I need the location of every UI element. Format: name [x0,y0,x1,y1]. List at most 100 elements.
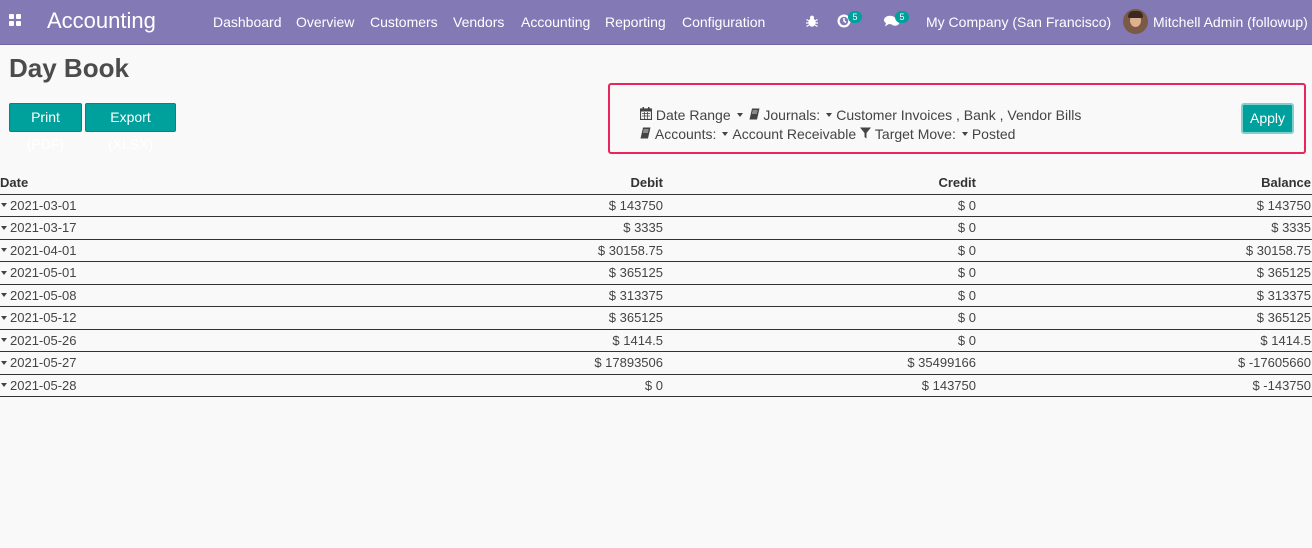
day-book-table: Date Debit Credit Balance 2021-03-01 $ 1… [0,172,1312,397]
filter-row-2: Accounts: Account Receivable Target Move:… [640,124,1015,142]
chevron-down-icon [826,112,833,117]
row-balance: $ 1414.5 [977,329,1312,352]
table-row[interactable]: 2021-05-26 $ 1414.5 $ 0 $ 1414.5 [0,329,1312,352]
caret-down-icon[interactable] [1,338,7,343]
menu-accounting[interactable]: Accounting [521,14,590,30]
journals-filter[interactable]: Journals: Customer Invoices , Bank , Vend… [749,106,1082,123]
caret-down-icon[interactable] [1,315,7,320]
menu-overview[interactable]: Overview [296,14,354,30]
row-balance: $ 3335 [977,216,1312,240]
table-row[interactable]: 2021-05-01 $ 365125 $ 0 $ 365125 [0,261,1312,285]
caret-down-icon[interactable] [1,383,7,388]
row-debit: $ 0 [340,374,664,397]
export-xlsx-button[interactable]: Export (XLSX) [85,103,176,152]
table-row[interactable]: 2021-03-17 $ 3335 $ 0 $ 3335 [0,216,1312,240]
caret-down-icon[interactable] [1,360,7,365]
table-row[interactable]: 2021-04-01 $ 30158.75 $ 0 $ 30158.75 [0,239,1312,262]
filter-row-1: Date Range Journals: Customer Invoices , … [639,105,1082,123]
target-move-filter[interactable]: Target Move: Posted [860,125,1015,142]
menu-reporting[interactable]: Reporting [605,14,666,30]
row-credit: $ 35499166 [664,351,977,375]
activity-count-badge: 5 [848,11,862,23]
row-credit: $ 143750 [664,374,977,397]
row-date: 2021-05-28 [10,377,77,393]
table-row[interactable]: 2021-05-08 $ 313375 $ 0 $ 313375 [0,284,1312,307]
caret-down-icon[interactable] [1,248,7,253]
column-header-debit: Debit [340,172,664,195]
row-credit: $ 0 [664,284,977,307]
row-debit: $ 3335 [340,216,664,240]
accounts-value: Account Receivable [732,125,857,142]
messages-count-badge: 5 [895,11,909,23]
table-row[interactable]: 2021-05-12 $ 365125 $ 0 $ 365125 [0,306,1312,330]
journals-label: Journals: [763,106,821,123]
table-row[interactable]: 2021-03-01 $ 143750 $ 0 $ 143750 [0,194,1312,217]
row-date: 2021-05-27 [10,355,77,371]
app-brand[interactable]: Accounting [47,8,156,34]
column-header-date: Date [0,172,340,195]
row-date: 2021-03-01 [10,197,77,213]
caret-down-icon[interactable] [1,225,7,230]
row-credit: $ 0 [664,261,977,285]
row-date: 2021-05-08 [10,287,77,303]
apps-grid-icon[interactable] [9,14,22,27]
row-debit: $ 143750 [340,194,664,217]
user-menu[interactable]: Mitchell Admin (followup) [1153,14,1308,30]
menu-customers[interactable]: Customers [370,14,438,30]
row-credit: $ 0 [664,194,977,217]
top-navbar: Accounting Dashboard Overview Customers … [0,0,1312,45]
menu-vendors[interactable]: Vendors [453,14,504,30]
row-credit: $ 0 [664,239,977,262]
row-debit: $ 365125 [340,306,664,330]
messaging-menu[interactable]: 5 [883,10,913,32]
date-range-filter[interactable]: Date Range [639,106,745,123]
calendar-icon [639,106,653,120]
menu-dashboard[interactable]: Dashboard [213,14,282,30]
row-debit: $ 30158.75 [340,239,664,262]
row-debit: $ 17893506 [340,351,664,375]
table-header-row: Date Debit Credit Balance [0,172,1312,195]
row-date: 2021-05-26 [10,332,77,348]
menu-configuration[interactable]: Configuration [682,14,765,30]
date-range-label: Date Range [655,106,731,123]
table-row[interactable]: 2021-05-28 $ 0 $ 143750 $ -143750 [0,374,1312,397]
row-balance: $ 30158.75 [977,239,1312,262]
debug-menu[interactable] [805,10,819,32]
row-balance: $ 365125 [977,261,1312,285]
row-debit: $ 365125 [340,261,664,285]
caret-down-icon[interactable] [1,270,7,275]
target-move-label: Target Move: [874,125,956,142]
accounts-filter[interactable]: Accounts: Account Receivable [640,125,856,142]
avatar[interactable] [1123,9,1148,34]
page-title: Day Book [9,53,129,83]
row-balance: $ 365125 [977,306,1312,330]
row-balance: $ -17605660 [977,351,1312,375]
row-debit: $ 1414.5 [340,329,664,352]
activity-menu[interactable]: 5 [837,10,867,32]
row-date: 2021-05-12 [10,310,77,326]
book-icon [749,108,759,120]
row-balance: $ -143750 [977,374,1312,397]
company-switcher[interactable]: My Company (San Francisco) [926,14,1111,30]
row-credit: $ 0 [664,329,977,352]
chevron-down-icon [736,112,743,117]
apply-button[interactable]: Apply [1241,103,1294,134]
column-header-credit: Credit [664,172,977,195]
accounts-label: Accounts: [654,125,717,142]
row-balance: $ 143750 [977,194,1312,217]
row-debit: $ 313375 [340,284,664,307]
filter-icon [860,127,872,139]
chevron-down-icon [722,131,729,136]
table-row[interactable]: 2021-05-27 $ 17893506 $ 35499166 $ -1760… [0,351,1312,375]
caret-down-icon[interactable] [1,203,7,208]
caret-down-icon[interactable] [1,293,7,298]
column-header-balance: Balance [977,172,1312,195]
row-date: 2021-03-17 [10,220,77,236]
row-credit: $ 0 [664,306,977,330]
row-credit: $ 0 [664,216,977,240]
row-date: 2021-05-01 [10,265,77,281]
row-balance: $ 313375 [977,284,1312,307]
book-icon [640,127,651,139]
print-pdf-button[interactable]: Print (PDF) [9,103,82,152]
journals-value: Customer Invoices , Bank , Vendor Bills [836,106,1082,123]
